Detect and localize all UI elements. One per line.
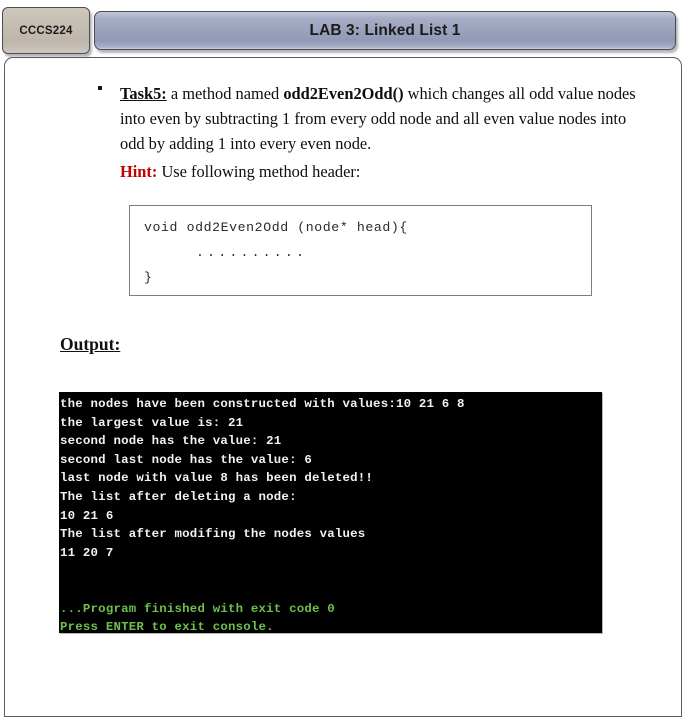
code-line-2: .......... (196, 245, 308, 260)
course-code-label: CCCS224 (19, 24, 73, 37)
task-bullet-row: Task5: a method named odd2Even2Odd() whi… (98, 81, 638, 156)
course-code-tab: CCCS224 (2, 7, 90, 54)
task-block: Task5: a method named odd2Even2Odd() whi… (98, 81, 638, 156)
code-line-3: } (144, 270, 153, 285)
hint-row: Hint: Use following method header: (120, 160, 360, 183)
terminal-line: second node has the value: 21 (60, 434, 282, 449)
code-snippet-box: void odd2Even2Odd (node* head){ ........… (129, 205, 592, 296)
output-heading: Output: (60, 334, 121, 354)
terminal-line: 11 20 7 (60, 545, 114, 560)
terminal-line: ...Program finished with exit code 0 (60, 601, 335, 616)
terminal-line: last node with value 8 has been deleted!… (60, 471, 374, 486)
task-label: Task5: (120, 84, 167, 103)
lab-title-banner: LAB 3: Linked List 1 (94, 11, 676, 50)
terminal-line: The list after modifing the nodes values (60, 527, 366, 542)
terminal-line: second last node has the value: 6 (60, 452, 312, 467)
bullet-icon (98, 86, 102, 90)
terminal-line: 10 21 6 (60, 508, 114, 523)
code-line-1: void odd2Even2Odd (node* head){ (144, 220, 408, 235)
terminal-line: the largest value is: 21 (60, 415, 244, 430)
terminal-line: the nodes have been constructed with val… (60, 397, 465, 411)
terminal-line: The list after deleting a node: (60, 489, 297, 504)
page-title: LAB 3: Linked List 1 (309, 21, 461, 39)
hint-text: Use following method header: (157, 162, 361, 181)
method-name: odd2Even2Odd() (283, 84, 404, 103)
terminal-line: Press ENTER to exit console. (60, 620, 274, 633)
terminal-output: the nodes have been constructed with val… (59, 392, 602, 633)
task-paragraph: Task5: a method named odd2Even2Odd() whi… (120, 81, 638, 156)
hint-label: Hint: (120, 162, 158, 181)
document-header: LAB 3: Linked List 1 CCCS224 (0, 0, 700, 60)
task-text-part1: a method named (166, 84, 284, 103)
